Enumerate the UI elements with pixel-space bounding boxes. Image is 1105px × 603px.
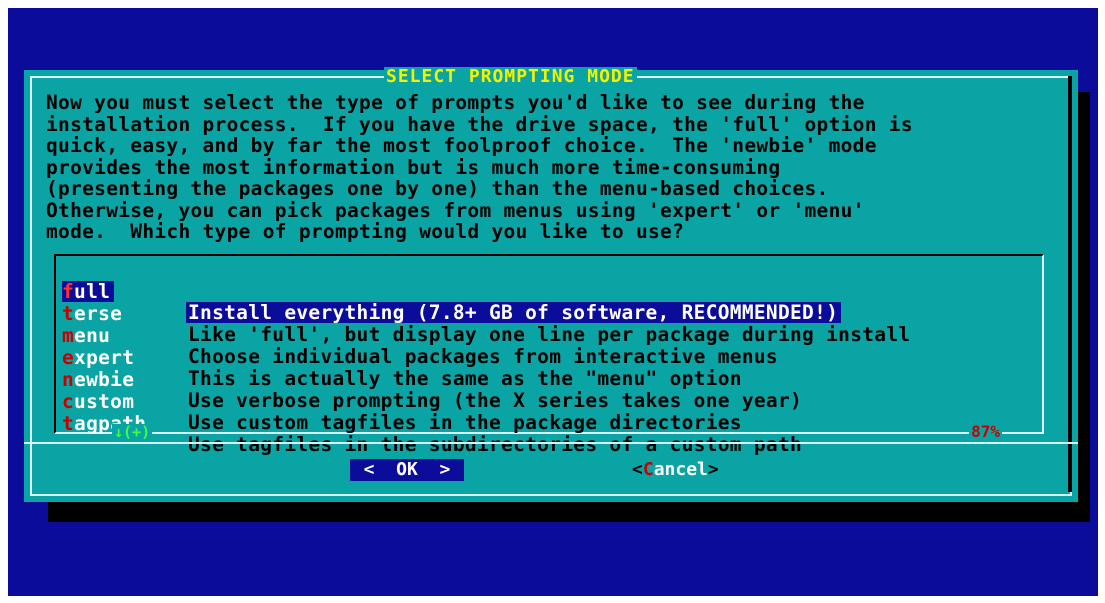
dialog-frame-shadow-edge [1068, 76, 1072, 492]
cancel-button[interactable]: <Cancel> [632, 459, 719, 481]
cancel-hotkey: C [642, 459, 654, 480]
item-hotkey: t [62, 412, 75, 435]
cancel-bracket-close: > [707, 459, 719, 480]
list-item-tagpath[interactable]: tagpath Use tagfiles in the subdirectori… [62, 392, 1032, 455]
list-item-terse[interactable]: terse Like 'full', but display one line … [62, 282, 1032, 345]
list-item-full[interactable]: full Install everything (7.8+ GB of soft… [62, 260, 1032, 323]
prompt-mode-list[interactable]: full Install everything (7.8+ GB of soft… [54, 254, 1044, 455]
list-item-custom[interactable]: custom Use custom tagfiles in the packag… [62, 370, 1032, 433]
list-item-newbie[interactable]: newbie Use verbose prompting (the X seri… [62, 348, 1032, 411]
list-item-menu[interactable]: menu Choose individual packages from int… [62, 304, 1032, 367]
item-label: Use tagfiles in the subdirectories of a … [188, 433, 803, 456]
scroll-more-indicator: ↓(+) [112, 423, 153, 441]
button-separator [24, 442, 1078, 444]
prompt-mode-dialog: SELECT PROMPTING MODE Now you must selec… [24, 66, 1078, 502]
item-label: Use custom tagfiles in the package direc… [188, 411, 742, 434]
cancel-label-rest: ancel [653, 459, 708, 480]
dialog-description: Now you must select the type of prompts … [46, 91, 913, 243]
list-item-expert[interactable]: expert This is actually the same as the … [62, 326, 1032, 389]
cancel-bracket-open: < [632, 459, 643, 480]
ok-button[interactable]: < OK > [350, 459, 464, 481]
scroll-percent: 87% [969, 422, 1002, 441]
dialog-title: SELECT PROMPTING MODE [384, 66, 637, 87]
